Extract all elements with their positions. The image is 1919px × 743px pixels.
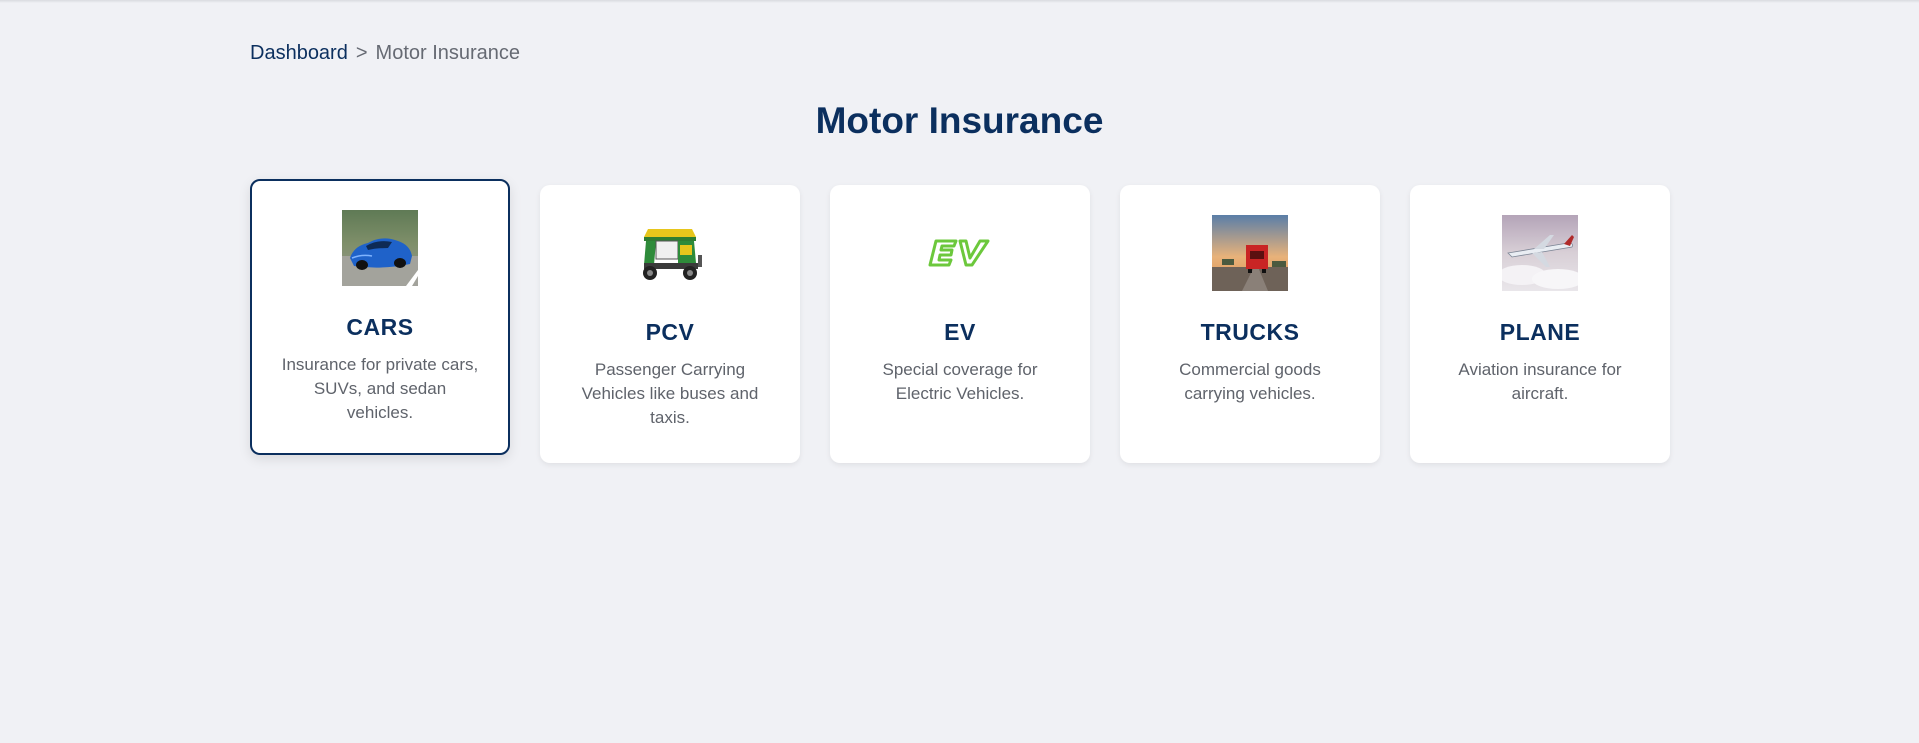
card-title: CARS [346,314,414,340]
plane-photo-icon [1502,215,1578,291]
breadcrumb-dashboard-link[interactable]: Dashboard [250,42,348,64]
insurance-category-cards: CARS Insurance for private cars, SUVs, a… [250,179,1670,463]
truck-photo-icon [1212,215,1288,291]
auto-rickshaw-icon [632,215,708,291]
card-title: TRUCKS [1200,319,1300,345]
card-plane[interactable]: PLANE Aviation insurance for aircraft. [1410,185,1670,463]
breadcrumb: Dashboard > Motor Insurance [250,42,520,65]
car-photo-icon [342,210,418,286]
card-description: Passenger Carrying Vehicles like buses a… [581,360,759,427]
card-ev[interactable]: EV Special coverage for Electric Vehicle… [830,185,1090,463]
breadcrumb-current: Motor Insurance [375,42,521,64]
card-cars[interactable]: CARS Insurance for private cars, SUVs, a… [250,179,510,455]
page-title: Motor Insurance [815,100,1104,141]
card-title: PCV [645,319,695,345]
breadcrumb-separator: > [355,42,368,64]
ev-logo-icon [922,215,998,291]
card-description: Insurance for private cars, SUVs, and se… [281,355,479,422]
card-description: Special coverage for Electric Vehicles. [882,360,1038,403]
card-pcv[interactable]: PCV Passenger Carrying Vehicles like bus… [540,185,800,463]
card-title: PLANE [1499,319,1581,345]
card-description: Aviation insurance for aircraft. [1458,360,1622,403]
card-description: Commercial goods carrying vehicles. [1179,360,1321,403]
header-shadow [0,0,1919,3]
card-trucks[interactable]: TRUCKS Commercial goods carrying vehicle… [1120,185,1380,463]
card-title: EV [944,319,976,345]
